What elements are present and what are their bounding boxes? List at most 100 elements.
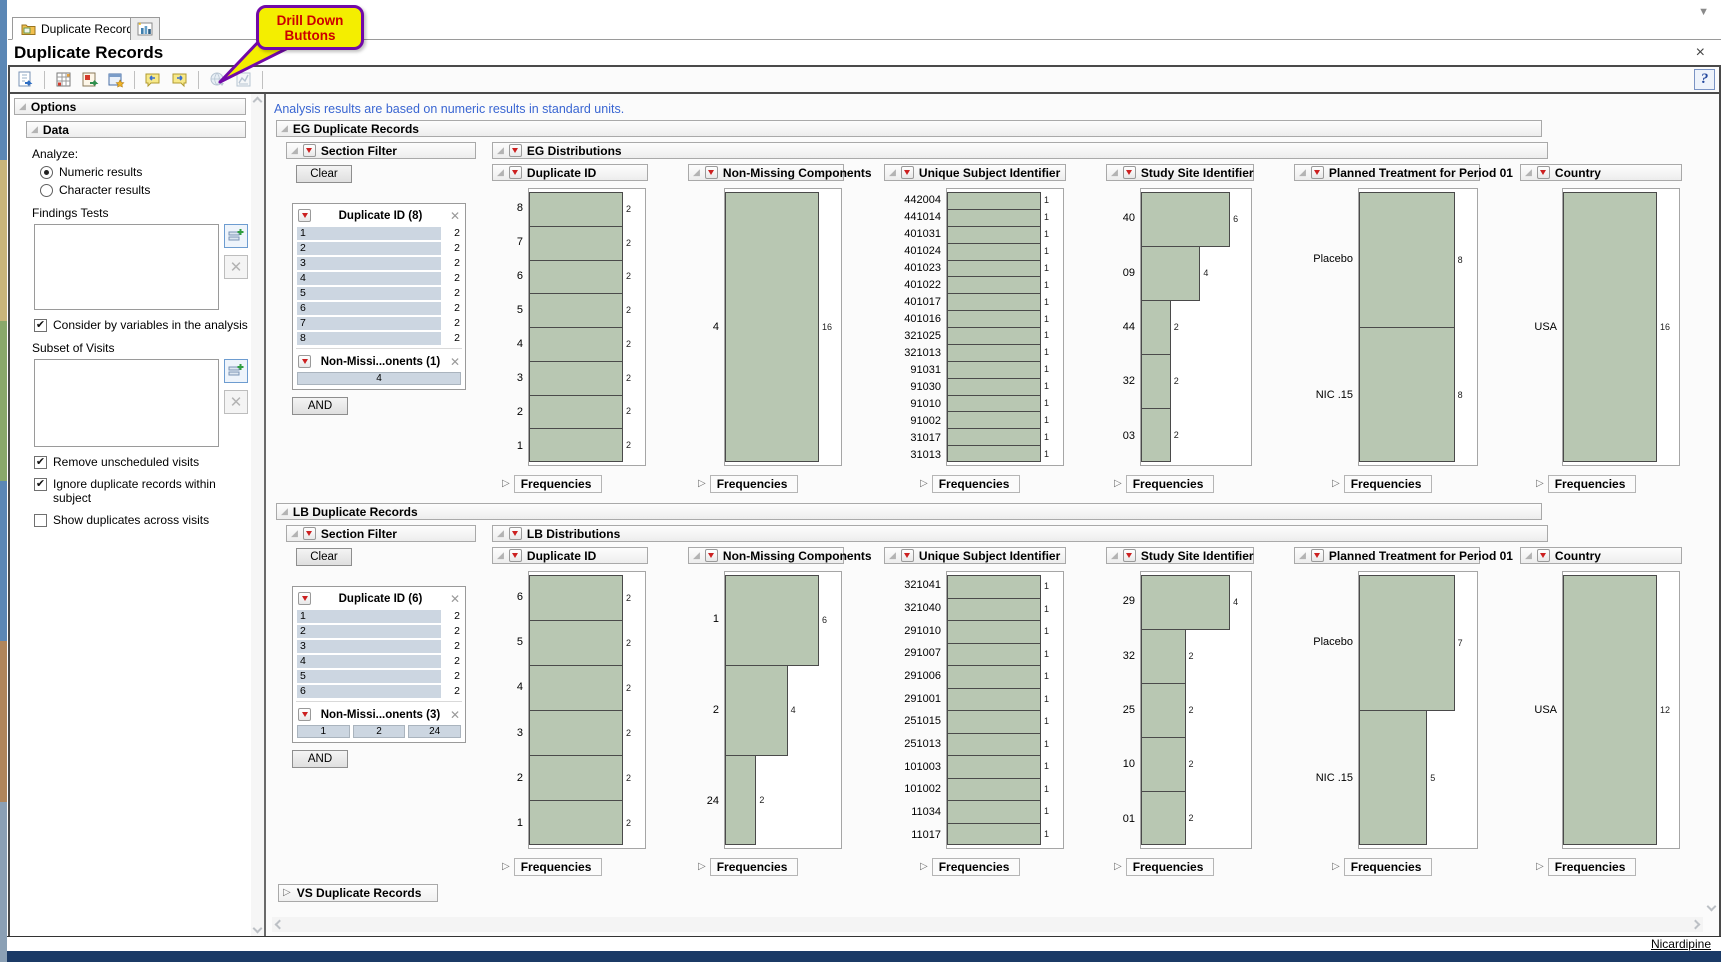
histogram-bar[interactable]: [947, 361, 1041, 379]
expand-triangle-icon[interactable]: ▷: [920, 862, 928, 872]
histogram-bar[interactable]: [947, 192, 1041, 210]
clear-button[interactable]: Clear: [296, 548, 352, 566]
filter-row[interactable]: 82: [297, 332, 461, 345]
collapse-triangle-icon[interactable]: ◢: [1525, 551, 1532, 560]
collapse-triangle-icon[interactable]: ◢: [1299, 168, 1306, 177]
expand-triangle-icon[interactable]: ▷: [1536, 862, 1544, 872]
remove-visits-button[interactable]: ✕: [224, 390, 248, 414]
collapse-triangle-icon[interactable]: ◢: [1111, 551, 1118, 560]
histogram-bar[interactable]: [947, 226, 1041, 244]
frequencies-header[interactable]: ▷Frequencies: [502, 858, 648, 876]
histogram-bar[interactable]: [947, 395, 1041, 413]
checkbox[interactable]: ✔: [34, 319, 47, 332]
histogram-bar[interactable]: [1359, 327, 1455, 462]
histogram-bar[interactable]: [947, 310, 1041, 328]
red-triangle-menu-button[interactable]: [509, 527, 522, 540]
red-triangle-menu-button[interactable]: [509, 166, 522, 179]
red-triangle-menu-button[interactable]: [1123, 549, 1136, 562]
options-scrollbar[interactable]: [251, 94, 264, 936]
frequencies-header[interactable]: ▷Frequencies: [502, 475, 648, 493]
expand-triangle-icon[interactable]: ▷: [1114, 479, 1122, 489]
help-button[interactable]: ?: [1694, 69, 1715, 90]
expand-triangle-icon[interactable]: ▷: [502, 479, 510, 489]
filter-row[interactable]: 42: [297, 655, 461, 668]
filter-row[interactable]: 52: [297, 287, 461, 300]
red-triangle-menu-button[interactable]: [298, 592, 311, 605]
options-header[interactable]: ◢ Options: [14, 98, 246, 115]
red-triangle-menu-button[interactable]: [303, 144, 316, 157]
histogram-bar[interactable]: [1141, 737, 1186, 792]
red-triangle-menu-button[interactable]: [901, 549, 914, 562]
expand-triangle-icon[interactable]: ▷: [1114, 862, 1122, 872]
frequencies-header[interactable]: ▷Frequencies: [1536, 475, 1682, 493]
histogram-bar[interactable]: [529, 755, 623, 801]
section-filter-header[interactable]: ◢Section Filter: [286, 142, 476, 159]
filter-row[interactable]: 42: [297, 272, 461, 285]
frequencies-header[interactable]: ▷Frequencies: [1114, 475, 1254, 493]
distributions-header[interactable]: ◢LB Distributions: [492, 525, 1548, 542]
frequencies-header[interactable]: ▷Frequencies: [920, 475, 1066, 493]
histogram-bar[interactable]: [529, 710, 623, 756]
filter-row[interactable]: 72: [297, 317, 461, 330]
close-icon[interactable]: ✕: [450, 708, 460, 722]
scroll-up-icon[interactable]: [253, 97, 263, 107]
red-triangle-menu-button[interactable]: [298, 355, 311, 368]
frequencies-header[interactable]: ▷Frequencies: [920, 858, 1066, 876]
histogram-bar[interactable]: [947, 260, 1041, 278]
histogram-bar[interactable]: [1141, 408, 1171, 462]
tab-chart[interactable]: [130, 17, 160, 40]
checkbox[interactable]: ✔: [34, 456, 47, 469]
filter-row[interactable]: 22: [297, 242, 461, 255]
collapse-triangle-icon[interactable]: ◢: [291, 146, 298, 155]
tab-duplicate-records[interactable]: Duplicate Records: [12, 17, 148, 40]
histogram-header[interactable]: ◢Unique Subject Identifier: [884, 547, 1066, 564]
scroll-right-icon[interactable]: [1691, 920, 1701, 930]
collapse-triangle-icon[interactable]: ◢: [497, 168, 504, 177]
histogram-bar[interactable]: [529, 293, 623, 328]
frequencies-header[interactable]: ▷Frequencies: [698, 858, 844, 876]
collapse-triangle-icon[interactable]: ◢: [693, 168, 700, 177]
collapse-triangle-icon[interactable]: ◢: [1525, 168, 1532, 177]
histogram-header[interactable]: ◢Study Site Identifier: [1106, 164, 1254, 181]
checkbox[interactable]: ✔: [34, 478, 47, 491]
section-header[interactable]: ◢LB Duplicate Records: [276, 503, 1542, 520]
red-triangle-menu-button[interactable]: [705, 549, 718, 562]
histogram-bar[interactable]: [1359, 575, 1455, 711]
filter-row[interactable]: 52: [297, 670, 461, 683]
collapse-triangle-icon[interactable]: ◢: [889, 551, 896, 560]
histogram-bar[interactable]: [725, 192, 819, 462]
histogram-header[interactable]: ◢Country: [1520, 547, 1682, 564]
findings-tests-listbox[interactable]: [34, 224, 219, 310]
horizontal-scrollbar[interactable]: [272, 917, 1703, 932]
histogram-bar[interactable]: [529, 192, 623, 227]
add-tests-button[interactable]: [224, 224, 248, 248]
histogram-bar[interactable]: [947, 243, 1041, 261]
histogram-bar[interactable]: [529, 428, 623, 462]
red-triangle-menu-button[interactable]: [509, 549, 522, 562]
histogram-header[interactable]: ◢Non-Missing Components: [688, 547, 844, 564]
expand-triangle-icon[interactable]: ▷: [283, 888, 291, 898]
histogram-bar[interactable]: [947, 378, 1041, 396]
histogram-header[interactable]: ◢Planned Treatment for Period 01: [1294, 547, 1480, 564]
histogram-bar[interactable]: [1563, 575, 1657, 845]
red-triangle-menu-button[interactable]: [303, 527, 316, 540]
histogram-bar[interactable]: [947, 445, 1041, 462]
annotation-forward-icon[interactable]: [168, 69, 191, 91]
distributions-header[interactable]: ◢EG Distributions: [492, 142, 1548, 159]
histogram-bar[interactable]: [1141, 629, 1186, 684]
study-link[interactable]: Nicardipine: [1651, 937, 1711, 951]
close-icon[interactable]: ×: [1696, 46, 1705, 60]
red-triangle-menu-button[interactable]: [1311, 549, 1324, 562]
scroll-down-icon[interactable]: [253, 924, 263, 934]
filter-row[interactable]: 32: [297, 640, 461, 653]
frequencies-header[interactable]: ▷Frequencies: [1332, 858, 1480, 876]
histogram-bar[interactable]: [947, 823, 1041, 846]
red-triangle-menu-button[interactable]: [1123, 166, 1136, 179]
histogram-header[interactable]: ◢Study Site Identifier: [1106, 547, 1254, 564]
expand-triangle-icon[interactable]: ▷: [1536, 479, 1544, 489]
histogram-header[interactable]: ◢Non-Missing Components: [688, 164, 844, 181]
radio-button[interactable]: [40, 166, 53, 179]
histogram-bar[interactable]: [529, 327, 623, 362]
frequencies-header[interactable]: ▷Frequencies: [698, 475, 844, 493]
radio-button[interactable]: [40, 184, 53, 197]
